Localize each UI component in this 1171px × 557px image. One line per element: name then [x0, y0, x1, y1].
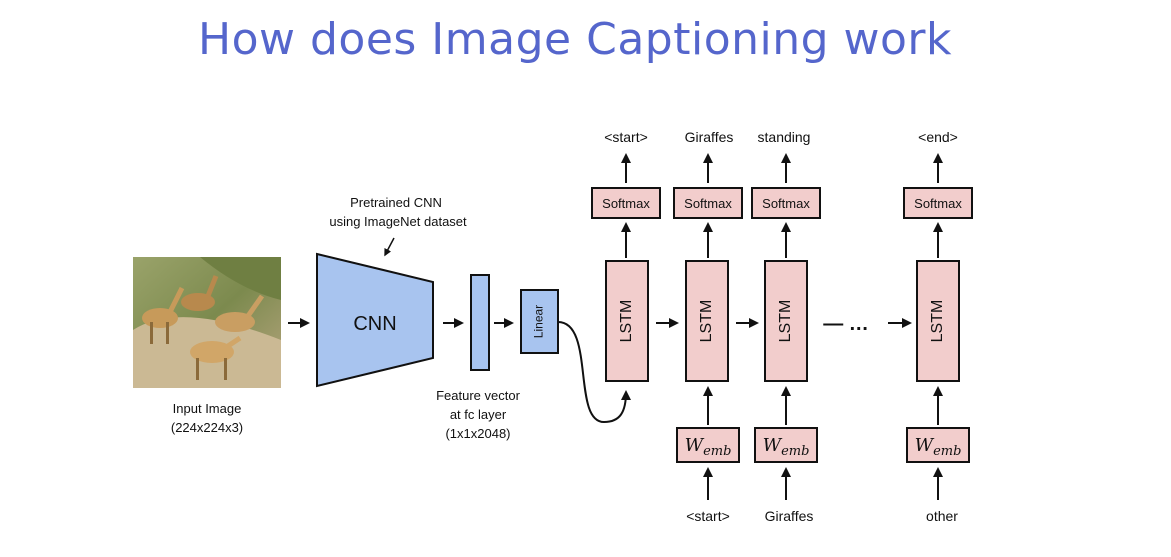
input-image-dims: (224x224x3)	[171, 420, 243, 435]
lstm-label: LSTM	[618, 300, 635, 343]
input-word-3: other	[926, 508, 958, 524]
lstm-label: LSTM	[929, 300, 946, 343]
captioning-diagram: Input Image (224x224x3) CNN Pretrained C…	[133, 129, 973, 524]
input-image	[133, 257, 281, 388]
cnn-label: CNN	[353, 313, 396, 335]
cnn-annotation-line1: Pretrained CNN	[350, 195, 442, 210]
annotation-arrow	[384, 237, 395, 257]
output-word-2: Giraffes	[685, 129, 734, 145]
feature-label-line1: Feature vector	[436, 388, 520, 403]
feature-vector-block	[470, 274, 490, 371]
input-word-1: <start>	[686, 508, 730, 524]
linear-label: Linear	[532, 305, 546, 338]
input-image-label: Input Image	[173, 401, 242, 416]
output-word-4: <end>	[918, 129, 958, 145]
feature-label-line2: at fc layer	[450, 407, 507, 422]
continuation-dots: — …	[823, 313, 869, 335]
softmax-label: Softmax	[602, 196, 650, 211]
lstm-label: LSTM	[698, 300, 715, 343]
output-word-1: <start>	[604, 129, 648, 145]
feature-label-line3: (1x1x2048)	[445, 426, 510, 441]
softmax-label: Softmax	[684, 196, 732, 211]
softmax-label: Softmax	[762, 196, 810, 211]
input-word-2: Giraffes	[765, 508, 814, 524]
cnn-annotation-line2: using ImageNet dataset	[329, 214, 467, 229]
softmax-label: Softmax	[914, 196, 962, 211]
output-word-3: standing	[758, 129, 811, 145]
lstm-label: LSTM	[777, 300, 794, 343]
